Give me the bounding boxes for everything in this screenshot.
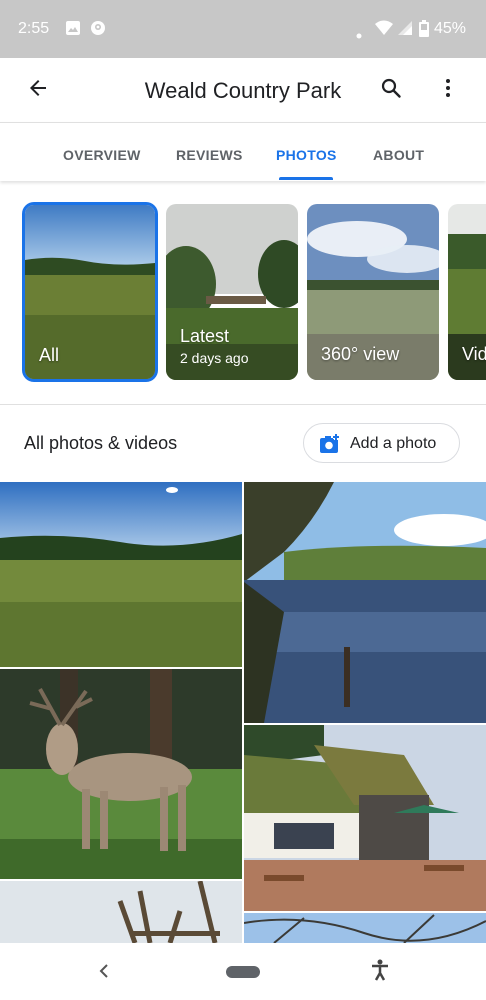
category-label: 360° view: [321, 344, 400, 364]
section-divider: [0, 404, 486, 405]
status-time: 2:55: [18, 20, 50, 37]
dot-icon: [356, 26, 362, 44]
add-photo-label: Add a photo: [350, 435, 437, 452]
photo-deer[interactable]: [0, 669, 242, 879]
more-options-button[interactable]: [424, 66, 472, 114]
category-label: Vid: [462, 344, 486, 364]
photo-cafe[interactable]: [244, 725, 486, 911]
photo-meadow[interactable]: [0, 482, 242, 667]
image-icon: [65, 20, 81, 41]
category-label: All: [39, 345, 60, 365]
tab-overview[interactable]: OVERVIEW: [63, 147, 141, 163]
active-tab-indicator: [279, 177, 333, 180]
add-photo-camera-icon: [319, 433, 341, 460]
accessibility-icon[interactable]: [370, 959, 390, 986]
tab-photos[interactable]: PHOTOS: [276, 147, 337, 163]
category-card-latest[interactable]: Latest 2 days ago: [166, 204, 298, 380]
more-vert-icon: [436, 76, 460, 105]
home-pill-icon[interactable]: [226, 965, 260, 983]
lake-image: [244, 482, 486, 723]
branches-image: [244, 913, 486, 943]
tab-bar: OVERVIEW REVIEWS PHOTOS ABOUT: [0, 122, 486, 181]
category-card-videos[interactable]: Vid: [448, 204, 486, 380]
meadow-image: [0, 482, 242, 667]
system-nav-bar: [0, 943, 486, 1000]
all-photos-title: All photos & videos: [24, 433, 178, 453]
status-bar: 2:55 45%: [0, 0, 486, 58]
app-bar: Weald Country Park: [0, 58, 486, 122]
wifi-icon: [374, 20, 394, 41]
category-sublabel: 2 days ago: [180, 350, 249, 366]
cell-signal-icon: [397, 20, 413, 41]
nav-back-icon[interactable]: [98, 963, 110, 984]
battery-icon: [419, 20, 429, 42]
category-card-all[interactable]: All: [22, 202, 158, 382]
photo-branches[interactable]: [244, 913, 486, 943]
tab-reviews[interactable]: REVIEWS: [176, 147, 243, 163]
wooden-structure-image: [0, 881, 242, 943]
category-card-360[interactable]: 360° view: [307, 204, 439, 380]
tab-about[interactable]: ABOUT: [373, 147, 424, 163]
category-label: Latest: [180, 326, 230, 346]
battery-percent: 45%: [433, 20, 466, 37]
deer-image: [0, 669, 242, 879]
cafe-image: [244, 725, 486, 911]
location-pin-icon: [90, 20, 106, 41]
photo-wooden-structure[interactable]: [0, 881, 242, 943]
add-photo-button[interactable]: Add a photo: [303, 423, 460, 463]
search-button[interactable]: [367, 66, 415, 114]
search-icon: [379, 76, 403, 105]
photo-lake[interactable]: [244, 482, 486, 723]
